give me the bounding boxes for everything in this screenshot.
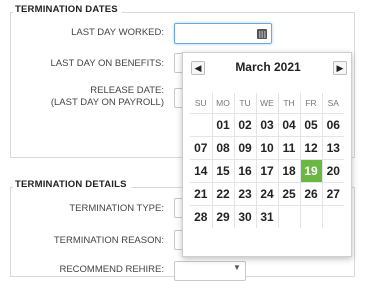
calendar-icon[interactable] [257, 29, 267, 39]
weekday-label: SA [321, 93, 344, 114]
calendar-day[interactable]: 27 [321, 182, 344, 206]
termination-reason-label: TERMINATION REASON: [53, 235, 164, 246]
calendar-week-row: 01 02 03 04 05 06 [190, 113, 344, 137]
calendar-week-row: 28 29 30 31 [190, 205, 344, 228]
calendar-day[interactable]: 31 [255, 205, 278, 228]
chevron-down-icon[interactable]: ▼ [233, 263, 241, 272]
weekday-header-row: SU MO TU WE TH FR SA [190, 93, 344, 114]
calendar-day[interactable]: 01 [211, 113, 234, 137]
calendar-day[interactable]: 03 [255, 113, 278, 137]
calendar-day[interactable]: 22 [211, 182, 234, 206]
calendar-empty-cell [190, 113, 212, 137]
calendar-day[interactable]: 25 [277, 182, 300, 206]
calendar-day[interactable]: 04 [277, 113, 300, 137]
calendar-day[interactable]: 05 [299, 113, 322, 137]
calendar-day[interactable]: 29 [211, 205, 234, 228]
calendar-day-selected[interactable]: 19 [299, 159, 322, 183]
weekday-label: WE [255, 93, 278, 114]
calendar-day[interactable]: 21 [190, 182, 212, 206]
calendar-week-row: 07 08 09 10 11 12 13 [190, 136, 344, 160]
weekday-label: FR [299, 93, 322, 114]
calendar-day[interactable]: 16 [233, 159, 256, 183]
datepicker-month-title: March 2021 [235, 60, 301, 74]
calendar-day[interactable]: 18 [277, 159, 300, 183]
calendar-day[interactable]: 12 [299, 136, 322, 160]
weekday-label: MO [211, 93, 234, 114]
datepicker-popup: ◀ March 2021 ▶ SU MO TU WE TH FR SA 01 02… [182, 52, 352, 257]
next-month-button[interactable]: ▶ [333, 61, 347, 75]
calendar-day[interactable]: 20 [321, 159, 344, 183]
last-day-on-benefits-label: LAST DAY ON BENEFITS: [50, 58, 164, 69]
calendar-empty-cell [321, 205, 344, 228]
recommend-rehire-field[interactable]: ▼ [174, 261, 246, 281]
calendar-week-row: 21 22 23 24 25 26 27 [190, 182, 344, 206]
calendar-day[interactable]: 14 [190, 159, 212, 183]
chevron-left-icon: ◀ [194, 63, 202, 73]
calendar-day[interactable]: 10 [255, 136, 278, 160]
calendar-week-row: 14 15 16 17 18 19 20 [190, 159, 344, 183]
calendar-day[interactable]: 09 [233, 136, 256, 160]
calendar-grid: SU MO TU WE TH FR SA 01 02 03 04 05 06 07 08 09 1… [190, 93, 344, 228]
calendar-day[interactable]: 08 [211, 136, 234, 160]
last-day-worked-field[interactable] [174, 23, 272, 44]
calendar-day[interactable]: 06 [321, 113, 344, 137]
calendar-day[interactable]: 28 [190, 205, 212, 228]
calendar-day[interactable]: 13 [321, 136, 344, 160]
calendar-day[interactable]: 17 [255, 159, 278, 183]
prev-month-button[interactable]: ◀ [191, 61, 205, 75]
last-day-worked-label: LAST DAY WORKED: [71, 27, 164, 38]
calendar-day[interactable]: 23 [233, 182, 256, 206]
calendar-day[interactable]: 07 [190, 136, 212, 160]
weekday-label: TH [277, 93, 300, 114]
calendar-empty-cell [277, 205, 300, 228]
release-date-label-line2: (LAST DAY ON PAYROLL) [50, 97, 164, 108]
calendar-day[interactable]: 11 [277, 136, 300, 160]
termination-type-label: TERMINATION TYPE: [69, 203, 164, 214]
chevron-right-icon: ▶ [336, 63, 344, 73]
calendar-empty-cell [299, 205, 322, 228]
termination-details-title: TERMINATION DETAILS [13, 179, 131, 190]
weekday-label: SU [194, 98, 207, 108]
calendar-day[interactable]: 24 [255, 182, 278, 206]
weekday-label: TU [233, 93, 256, 114]
recommend-rehire-label: RECOMMEND REHIRE: [59, 264, 164, 275]
calendar-day[interactable]: 26 [299, 182, 322, 206]
termination-dates-title: TERMINATION DATES [13, 4, 122, 15]
calendar-day[interactable]: 02 [233, 113, 256, 137]
calendar-day[interactable]: 30 [233, 205, 256, 228]
calendar-day[interactable]: 15 [211, 159, 234, 183]
release-date-label-line1: RELEASE DATE: [90, 85, 164, 96]
